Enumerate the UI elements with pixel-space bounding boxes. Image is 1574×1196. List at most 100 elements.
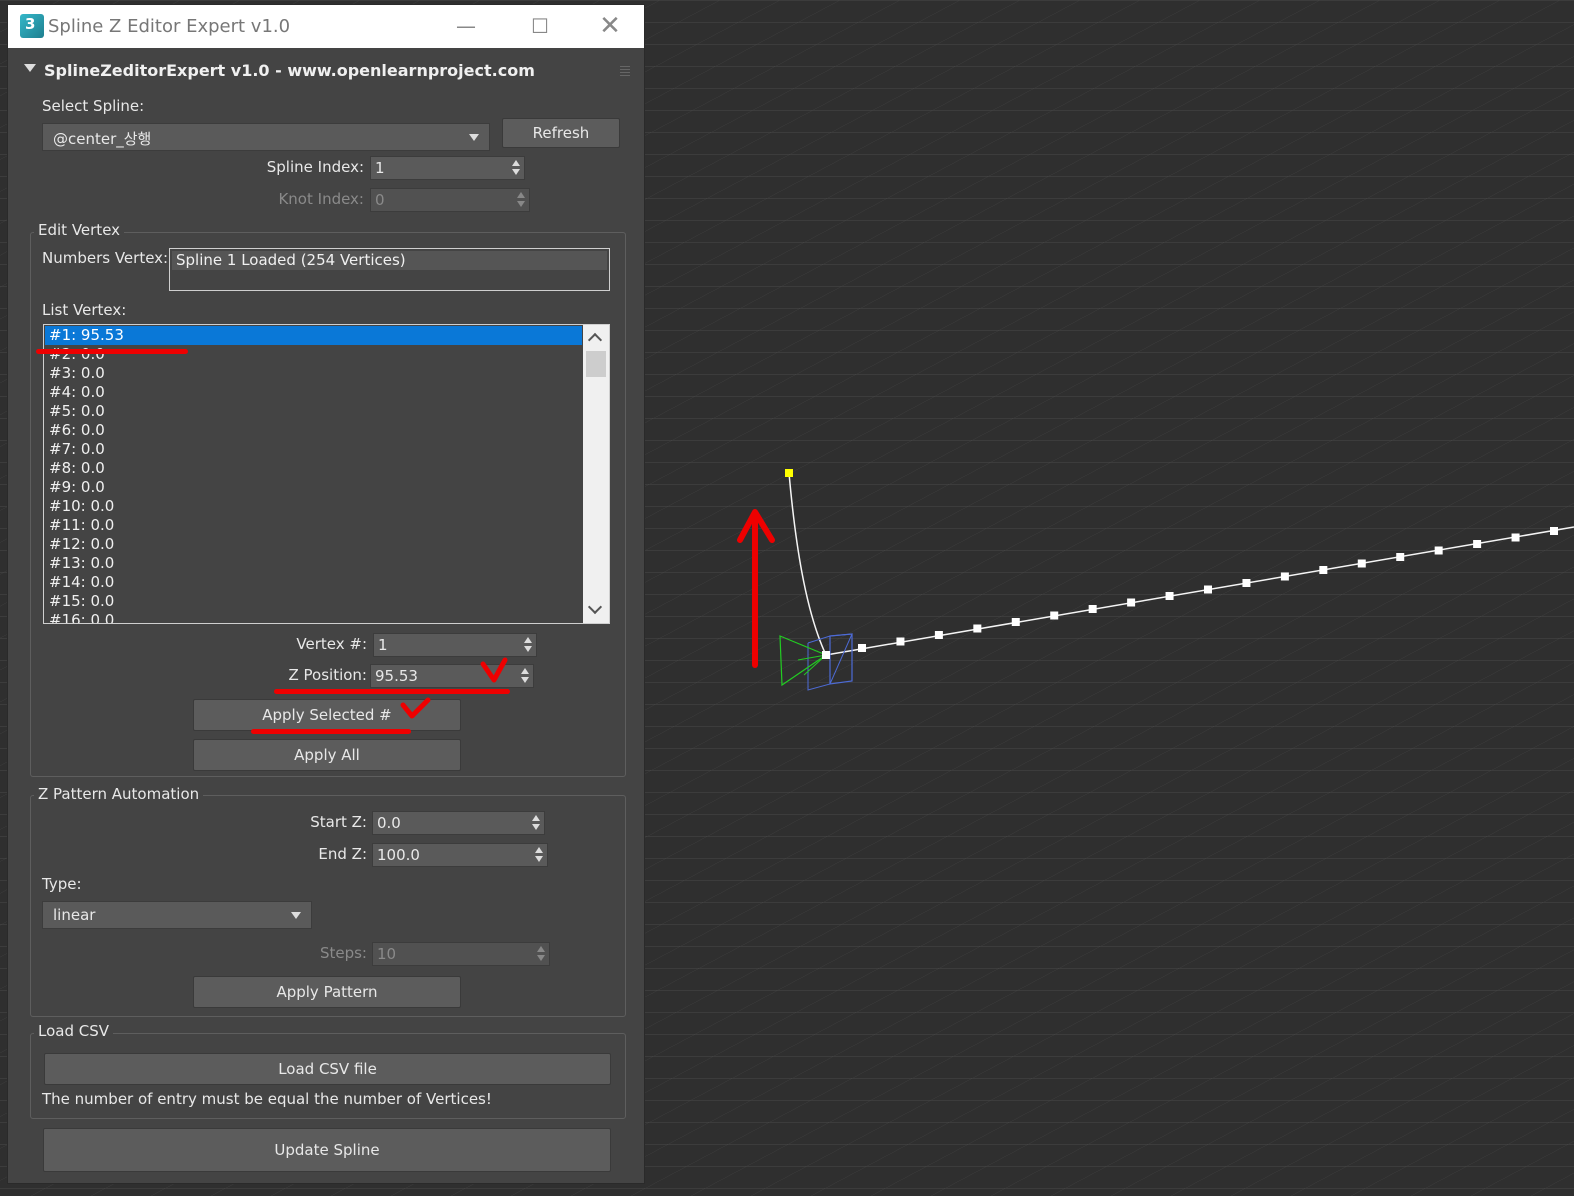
- spinner-arrows-icon[interactable]: [534, 846, 544, 864]
- load-csv-title: Load CSV: [34, 1022, 114, 1040]
- spline-vertex[interactable]: [1127, 598, 1136, 607]
- maximize-button[interactable]: ☐: [518, 12, 562, 40]
- start-z-label: Start Z:: [310, 813, 367, 831]
- spline-vertex[interactable]: [1434, 546, 1443, 555]
- spline-vertex[interactable]: [1050, 611, 1059, 620]
- rollout-header[interactable]: SplineZeditorExpert v1.0 - www.openlearn…: [14, 57, 638, 87]
- vertex-list-item[interactable]: #5: 0.0: [45, 402, 582, 421]
- spline-vertex[interactable]: [1550, 527, 1558, 535]
- spline-vertex[interactable]: [1473, 540, 1482, 548]
- apply-selected-button[interactable]: Apply Selected #: [193, 699, 461, 731]
- type-value: linear: [53, 906, 96, 924]
- vertex-list-item[interactable]: #8: 0.0: [45, 459, 582, 478]
- end-z-value: 100.0: [377, 846, 420, 864]
- vertex-list-item[interactable]: #1: 95.53: [45, 326, 582, 345]
- vertex-list-item[interactable]: #3: 0.0: [45, 364, 582, 383]
- vertex-list-item[interactable]: #13: 0.0: [45, 554, 582, 573]
- spline-vertex[interactable]: [1357, 559, 1366, 568]
- scroll-thumb[interactable]: [586, 351, 606, 377]
- spline-vertex[interactable]: [1011, 618, 1020, 626]
- spinner-arrows-icon[interactable]: [536, 945, 546, 963]
- spline-vertex[interactable]: [1165, 592, 1174, 600]
- steps-value: 10: [377, 945, 397, 963]
- spline-vertex[interactable]: [1242, 579, 1251, 587]
- close-button[interactable]: ✕: [588, 12, 632, 40]
- spline-index-value: 1: [375, 159, 385, 177]
- spline-vertex[interactable]: [1204, 585, 1212, 594]
- spline-vertex[interactable]: [1280, 572, 1289, 581]
- spline-vertex[interactable]: [1396, 553, 1405, 561]
- spline-select-dropdown[interactable]: @center_상행: [42, 123, 490, 151]
- vertex-list-item[interactable]: #14: 0.0: [45, 573, 582, 592]
- knot-index-value: 0: [375, 191, 385, 209]
- knot-index-spinner[interactable]: 0: [370, 188, 530, 212]
- type-label: Type:: [42, 875, 82, 893]
- z-position-spinner[interactable]: 95.53: [370, 664, 534, 688]
- vertex-list-item[interactable]: #11: 0.0: [45, 516, 582, 535]
- spline-vertex[interactable]: [858, 644, 866, 652]
- collapse-triangle-icon[interactable]: [24, 64, 36, 72]
- apply-all-button[interactable]: Apply All: [193, 739, 461, 771]
- list-vertex-label: List Vertex:: [42, 301, 127, 319]
- grip-icon: [620, 66, 630, 76]
- apply-pattern-button[interactable]: Apply Pattern: [193, 976, 461, 1008]
- update-spline-button[interactable]: Update Spline: [43, 1128, 611, 1172]
- select-spline-label: Select Spline:: [42, 97, 145, 115]
- chevron-down-icon: [469, 134, 479, 141]
- steps-spinner[interactable]: 10: [372, 942, 550, 966]
- spline-index-spinner[interactable]: 1: [370, 156, 525, 180]
- spline-vertex[interactable]: [896, 637, 905, 646]
- spline-vertex[interactable]: [1319, 566, 1328, 574]
- vertex-list-item[interactable]: #16: 0.0: [45, 611, 582, 623]
- rollout-body: Select Spline: @center_상행 Refresh Spline…: [14, 87, 638, 1177]
- numbers-vertex-label: Numbers Vertex:: [42, 249, 169, 267]
- 3dsmax-app-icon: 3: [20, 14, 44, 38]
- start-z-value: 0.0: [377, 814, 401, 832]
- scroll-up-icon[interactable]: [587, 332, 603, 348]
- vertex-list-item[interactable]: #7: 0.0: [45, 440, 582, 459]
- csv-note: The number of entry must be equal the nu…: [42, 1090, 492, 1108]
- vertex-list-item[interactable]: #15: 0.0: [45, 592, 582, 611]
- vertex-number-spinner[interactable]: 1: [373, 633, 537, 657]
- red-underline-annotation: [36, 349, 188, 354]
- scroll-down-icon[interactable]: [587, 599, 603, 615]
- red-underline-annotation: [251, 729, 411, 734]
- vertex-list-item[interactable]: #6: 0.0: [45, 421, 582, 440]
- type-dropdown[interactable]: linear: [42, 901, 312, 929]
- minimize-button[interactable]: —: [444, 12, 488, 40]
- load-csv-button[interactable]: Load CSV file: [44, 1053, 611, 1085]
- spinner-arrows-icon[interactable]: [511, 159, 521, 177]
- spline-select-value: @center_상행: [53, 130, 152, 148]
- red-underline-annotation: [274, 689, 510, 694]
- selected-vertex-marker[interactable]: [785, 469, 793, 477]
- vertex-number-value: 1: [378, 636, 388, 654]
- refresh-button[interactable]: Refresh: [502, 118, 620, 148]
- spinner-arrows-icon[interactable]: [531, 814, 541, 832]
- spline-vertex[interactable]: [1511, 533, 1520, 542]
- numbers-vertex-textbox[interactable]: Spline 1 Loaded (254 Vertices): [169, 248, 610, 291]
- spline-vertex[interactable]: [973, 624, 982, 633]
- window-title: Spline Z Editor Expert v1.0: [48, 16, 291, 37]
- spline-vertex[interactable]: [1088, 605, 1097, 613]
- spinner-arrows-icon[interactable]: [516, 191, 526, 209]
- spinner-arrows-icon[interactable]: [523, 636, 533, 654]
- z-position-value: 95.53: [375, 667, 418, 685]
- start-z-spinner[interactable]: 0.0: [372, 811, 545, 835]
- spline-editor-dialog: 3 Spline Z Editor Expert v1.0 — ☐ ✕ Spli…: [8, 5, 644, 1183]
- spline-vertex[interactable]: [934, 631, 943, 639]
- vertex-list-item[interactable]: #10: 0.0: [45, 497, 582, 516]
- edit-vertex-title: Edit Vertex: [34, 221, 125, 239]
- z-position-label: Z Position:: [288, 666, 367, 684]
- vertex-list-item[interactable]: #12: 0.0: [45, 535, 582, 554]
- end-z-spinner[interactable]: 100.0: [372, 843, 548, 867]
- knot-index-label: Knot Index:: [278, 190, 364, 208]
- vertex-listbox[interactable]: #1: 95.53 #2: 0.0 #3: 0.0 #4: 0.0 #5: 0.0 #6:…: [43, 324, 610, 624]
- vertex-list-item[interactable]: #2: 0.0: [45, 345, 582, 364]
- steps-label: Steps:: [319, 944, 367, 962]
- vertex-list-item[interactable]: #9: 0.0: [45, 478, 582, 497]
- vertex-list-item[interactable]: #4: 0.0: [45, 383, 582, 402]
- rollout-title: SplineZeditorExpert v1.0 - www.openlearn…: [44, 61, 535, 80]
- vertex-list-scrollbar[interactable]: [583, 325, 609, 623]
- title-bar[interactable]: 3 Spline Z Editor Expert v1.0 — ☐ ✕: [8, 5, 644, 48]
- spinner-arrows-icon[interactable]: [520, 667, 530, 685]
